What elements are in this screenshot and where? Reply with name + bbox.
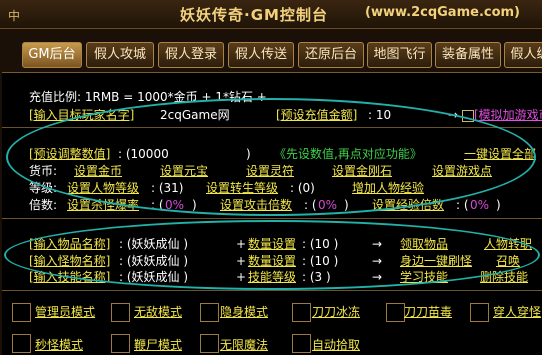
stealth-checkbox[interactable] [200, 303, 219, 322]
invincible-label[interactable]: 无敌模式 [134, 305, 182, 319]
freeze-label[interactable]: 刀刀冰冻 [312, 305, 360, 319]
title-bar: 中 妖妖传奇·GM控制台 (www.2cqGame.com) [0, 0, 542, 29]
tab-more[interactable]: 假人编 [504, 42, 542, 68]
highlight-ellipse [4, 220, 540, 290]
simulate-currency-link[interactable]: [模拟加游戏币 [474, 108, 542, 122]
auto-pickup-label[interactable]: 自动拾取 [312, 338, 360, 352]
oneshot-checkbox[interactable] [12, 334, 31, 353]
divider [2, 290, 542, 291]
infinite-mana-checkbox[interactable] [200, 334, 219, 353]
tab-equipment[interactable]: 装备属性 [435, 42, 501, 68]
window-title: 妖妖传奇·GM控制台 [180, 6, 328, 24]
freeze-checkbox[interactable] [292, 303, 311, 322]
multiplier-label: 倍数: [29, 198, 58, 212]
whip-corpse-label[interactable]: 鞭尸模式 [134, 338, 182, 352]
invincible-checkbox[interactable] [111, 303, 130, 322]
tab-map-fly[interactable]: 地图飞行 [367, 42, 432, 68]
oneshot-label[interactable]: 秒怪模式 [35, 338, 83, 352]
exp-value[interactable]: 0% [470, 198, 489, 212]
tab-login[interactable]: 假人登录 [158, 42, 224, 68]
infinite-mana-label[interactable]: 无限魔法 [220, 338, 268, 352]
exp-close: ) [496, 198, 501, 212]
divider [2, 218, 542, 219]
tab-teleport[interactable]: 假人传送 [228, 42, 294, 68]
poison-checkbox[interactable] [386, 303, 405, 322]
admin-mode-checkbox[interactable] [12, 303, 31, 322]
admin-mode-label[interactable]: 管理员模式 [35, 305, 95, 319]
tab-attack-city[interactable]: 假人攻城 [86, 42, 154, 68]
poison-label[interactable]: 刀刀苗毒 [404, 305, 452, 319]
pass-through-label[interactable]: 穿人穿怪 [493, 305, 541, 319]
window-url: (www.2cqGame.com) [365, 5, 521, 20]
whip-corpse-checkbox[interactable] [111, 334, 130, 353]
tab-gm[interactable]: GM后台 [22, 42, 82, 68]
stealth-label[interactable]: 隐身模式 [220, 305, 268, 319]
tab-restore[interactable]: 还原后台 [298, 42, 364, 68]
exp-prefix: : ( [456, 198, 469, 212]
auto-pickup-checkbox[interactable] [292, 334, 311, 353]
pass-through-checkbox[interactable] [470, 303, 489, 322]
highlight-ellipse [6, 98, 536, 216]
app-icon: 中 [8, 9, 21, 23]
tab-bar: GM后台 假人攻城 假人登录 假人传送 还原后台 地图飞行 装备属性 假人编 [0, 42, 542, 68]
